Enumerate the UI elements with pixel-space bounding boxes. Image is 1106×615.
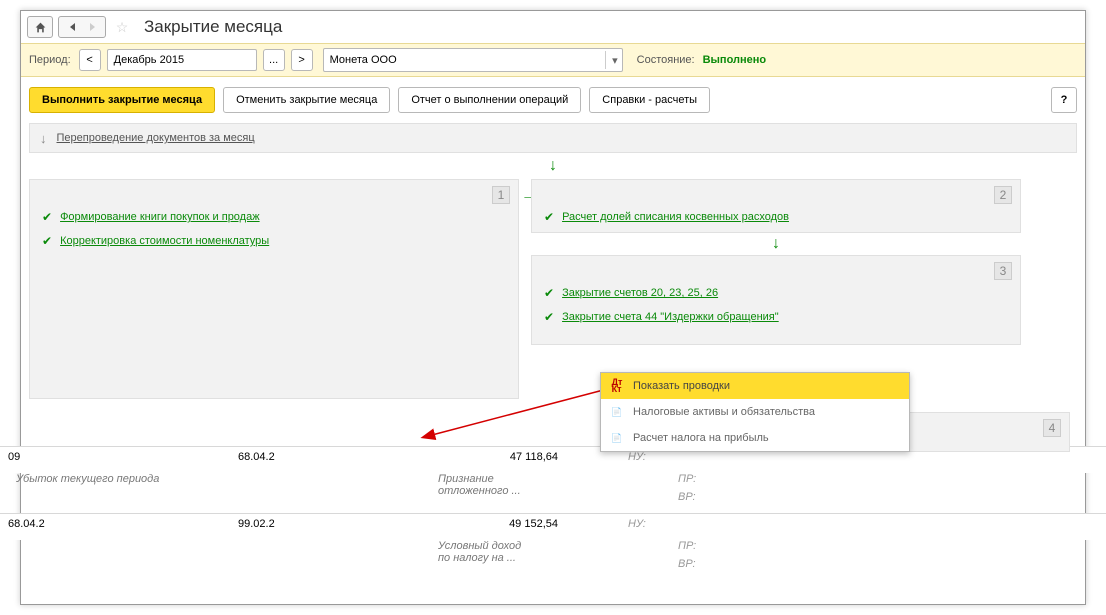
period-label: Период:: [29, 54, 71, 66]
cancel-button[interactable]: Отменить закрытие месяца: [223, 87, 390, 113]
state-label: Состояние:: [637, 54, 695, 66]
period-field[interactable]: Декабрь 2015: [107, 49, 257, 71]
acc-dt: 68.04.2: [8, 518, 238, 536]
reprocess-link[interactable]: Перепроведение документов за месяц: [57, 132, 255, 144]
org-value: Монета ООО: [330, 54, 397, 66]
star-icon[interactable]: ☆: [111, 16, 133, 38]
check-icon: ✔: [42, 234, 52, 248]
acc-dt: 09: [8, 451, 238, 469]
block-number: 2: [994, 186, 1012, 204]
doc-icon: 📄: [609, 404, 625, 420]
acc-kt: 99.02.2: [238, 518, 438, 536]
period-prev[interactable]: <: [79, 49, 101, 71]
check-icon: ✔: [544, 310, 554, 324]
state-value: Выполнено: [703, 54, 767, 66]
down-arrow-icon: ↓: [40, 131, 47, 146]
desc: Убыток текущего периода: [8, 473, 238, 509]
flow-arrow-icon: ↓: [531, 235, 1021, 253]
run-button[interactable]: Выполнить закрытие месяца: [29, 87, 215, 113]
ctx-show-postings[interactable]: ДтКт Показать проводки: [601, 373, 909, 399]
op-link[interactable]: Корректировка стоимости номенклатуры: [60, 235, 269, 247]
check-icon: ✔: [544, 210, 554, 224]
flow-arrow-icon: ↓: [29, 157, 1077, 175]
report-button[interactable]: Отчет о выполнении операций: [398, 87, 581, 113]
check-icon: ✔: [544, 286, 554, 300]
ctx-tax-assets[interactable]: 📄 Налоговые активы и обязательства: [601, 399, 909, 425]
period-next[interactable]: >: [291, 49, 313, 71]
ctx-profit-tax[interactable]: 📄 Расчет налога на прибыль: [601, 425, 909, 451]
op-link[interactable]: Расчет долей списания косвенных расходов: [562, 211, 789, 223]
op-link[interactable]: Формирование книги покупок и продаж: [60, 211, 260, 223]
nav-back-fwd[interactable]: [58, 16, 106, 38]
check-icon: ✔: [42, 210, 52, 224]
doc-icon: 📄: [609, 430, 625, 446]
dtkt-icon: ДтКт: [609, 378, 625, 394]
amount: 47 118,64: [438, 451, 588, 469]
context-menu: ДтКт Показать проводки 📄 Налоговые актив…: [600, 372, 910, 452]
org-select[interactable]: Монета ООО ▾: [323, 48, 623, 72]
postings-grid: 09 68.04.2 47 118,64 НУ: Убыток текущего…: [0, 446, 1106, 580]
acc-kt: 68.04.2: [238, 451, 438, 469]
refs-button[interactable]: Справки - расчеты: [589, 87, 710, 113]
block-number: 1: [492, 186, 510, 204]
period-value: Декабрь 2015: [114, 54, 184, 66]
home-button[interactable]: [27, 16, 53, 38]
period-picker[interactable]: ...: [263, 49, 285, 71]
help-button[interactable]: ?: [1051, 87, 1077, 113]
block-4: 4: [890, 412, 1070, 452]
op-link[interactable]: Закрытие счета 44 "Издержки обращения": [562, 311, 779, 323]
amount: 49 152,54: [438, 518, 588, 536]
page-title: Закрытие месяца: [144, 17, 282, 37]
op-link[interactable]: Закрытие счетов 20, 23, 25, 26: [562, 287, 718, 299]
dropdown-icon: ▾: [605, 51, 618, 69]
block-number: 4: [1043, 419, 1061, 437]
block-number: 3: [994, 262, 1012, 280]
